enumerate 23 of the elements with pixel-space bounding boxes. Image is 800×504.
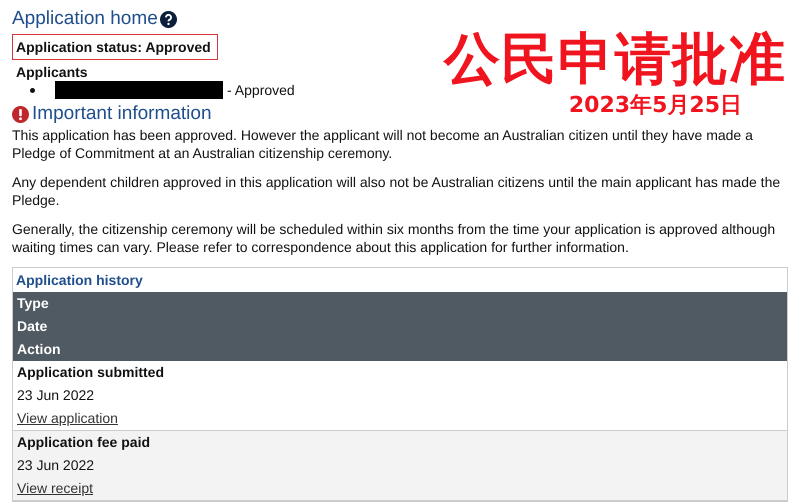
applicant-status: - Approved	[227, 82, 295, 98]
page-title: Application home	[12, 7, 158, 31]
type-cell-text: Application fee paid	[17, 433, 152, 452]
info-paragraph: Generally, the citizenship ceremony will be scheduled within six months from the time your application is approved although waiting times can vary. Please refer to correspondence about this application for further information.	[12, 220, 776, 256]
action-link[interactable]: View application	[17, 407, 118, 430]
application-status: Application status: Approved	[12, 34, 218, 60]
applicants-heading: Applicants	[16, 64, 89, 80]
column-header: Type	[16, 294, 50, 313]
type-cell-text: Application submitted	[17, 363, 165, 382]
info-paragraph: This application has been approved. However the applicant will not become an Australian citizen until they have made a Pledge of Commitment at an Australian citizenship ceremony.	[12, 126, 754, 162]
column-header: Date	[16, 317, 48, 336]
overlay-headline: 公民申请批准	[444, 28, 786, 92]
action-link[interactable]: View receipt	[17, 477, 94, 500]
panel-title: Application history	[15, 271, 144, 290]
warning-icon	[12, 106, 29, 122]
date-cell-text: 23 Jun 2022	[17, 456, 96, 475]
column-header: Action	[16, 340, 62, 359]
bullet-icon	[30, 88, 35, 92]
help-icon[interactable]	[160, 10, 177, 28]
date-cell-text: 23 Jun 2022	[17, 386, 96, 405]
overlay-date: 2023年5月25日	[568, 92, 742, 120]
info-paragraph: Any dependent children approved in this application will also not be Australian citizens until the main applicant has made the Pledge.	[12, 173, 782, 209]
section-heading: Important information	[32, 102, 212, 126]
